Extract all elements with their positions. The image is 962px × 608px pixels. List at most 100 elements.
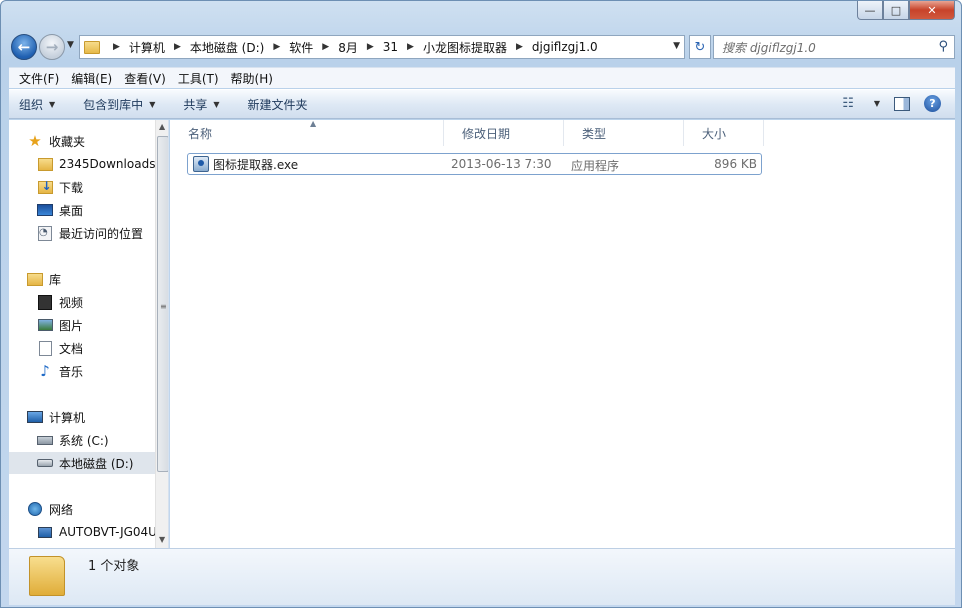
nav-item-music[interactable]: ♪ 音乐	[37, 360, 168, 382]
search-input[interactable]: 搜索 djgiflzgj1.0 ⚲	[713, 35, 955, 59]
star-icon: ★	[28, 132, 42, 150]
documents-icon	[38, 340, 52, 356]
file-list-view: 名称 ▲ 修改日期 类型 大小 图标提取器.exe 2013-06-13 7:3…	[170, 119, 955, 548]
scroll-thumb[interactable]: ≡	[157, 136, 168, 472]
new-folder-button[interactable]: 新建文件夹	[248, 96, 308, 113]
view-options-dropdown-icon[interactable]: ▼	[874, 99, 880, 108]
menu-edit[interactable]: 编辑(E)	[65, 70, 118, 87]
network-computer-icon	[38, 526, 52, 538]
nav-item-downloads[interactable]: 下载	[37, 176, 168, 198]
scroll-down-icon[interactable]: ▼	[159, 535, 165, 544]
file-row[interactable]: 图标提取器.exe 2013-06-13 7:30 应用程序 896 KB	[187, 153, 762, 175]
desktop-icon	[37, 204, 53, 216]
nav-item-label: 本地磁盘 (D:)	[59, 456, 134, 471]
back-button[interactable]: ←	[11, 34, 37, 60]
chevron-right-icon[interactable]: ▶	[113, 42, 120, 52]
chevron-right-icon[interactable]: ▶	[174, 42, 181, 52]
nav-item-label: 文档	[59, 341, 84, 356]
nav-libraries-label: 库	[49, 272, 62, 287]
refresh-button[interactable]: ↻	[689, 35, 711, 59]
chevron-right-icon[interactable]: ▶	[407, 42, 414, 52]
column-header-modified[interactable]: 修改日期	[444, 120, 564, 146]
folder-icon	[84, 40, 100, 54]
nav-item-label: 下载	[59, 180, 84, 195]
breadcrumb-computer[interactable]: 计算机	[129, 39, 165, 56]
chevron-right-icon[interactable]: ▶	[322, 42, 329, 52]
nav-item-drive-c[interactable]: 系统 (C:)	[37, 429, 168, 451]
menu-tools[interactable]: 工具(T)	[172, 70, 225, 87]
nav-computer[interactable]: 计算机	[27, 406, 168, 428]
nav-pane-scrollbar[interactable]: ▲ ≡ ▼	[155, 120, 168, 548]
file-name: 图标提取器.exe	[213, 157, 299, 172]
maximize-button[interactable]: □	[883, 1, 909, 20]
chevron-right-icon[interactable]: ▶	[516, 42, 523, 52]
downloads-folder-icon	[37, 179, 53, 194]
breadcrumb-icon-extractor[interactable]: 小龙图标提取器	[423, 39, 507, 56]
menu-view[interactable]: 查看(V)	[118, 70, 172, 87]
nav-item-recent-places[interactable]: ◔ 最近访问的位置	[37, 222, 168, 244]
nav-network[interactable]: 网络	[27, 498, 168, 520]
breadcrumb-31[interactable]: 31	[383, 40, 398, 54]
nav-item-2345downloads[interactable]: 2345Downloads	[37, 153, 168, 175]
details-pane: 1 个对象	[9, 548, 955, 605]
column-header-name[interactable]: 名称 ▲	[170, 119, 444, 146]
breadcrumb-software[interactable]: 软件	[289, 39, 313, 56]
nav-item-label: 2345Downloads	[59, 157, 156, 171]
navigation-row: ← → ▼ ▶ 计算机 ▶ 本地磁盘 (D:) ▶ 软件 ▶ 8月 ▶ 31 ▶…	[9, 31, 955, 63]
breadcrumb-august[interactable]: 8月	[338, 39, 358, 56]
share-button[interactable]: 共享 ▼	[183, 96, 219, 113]
address-bar[interactable]: ▶ 计算机 ▶ 本地磁盘 (D:) ▶ 软件 ▶ 8月 ▶ 31 ▶ 小龙图标提…	[79, 35, 685, 59]
chevron-down-icon: ▼	[213, 99, 220, 109]
nav-favorites[interactable]: ★ 收藏夹	[27, 130, 168, 152]
preview-pane-icon[interactable]	[894, 96, 910, 111]
chevron-down-icon: ▼	[49, 99, 56, 109]
address-history-dropdown-icon[interactable]: ▼	[673, 41, 680, 51]
column-header-label: 大小	[702, 126, 727, 141]
nav-item-autobvt[interactable]: AUTOBVT-JG04U	[37, 521, 155, 543]
menu-help[interactable]: 帮助(H)	[225, 70, 279, 87]
column-header-label: 修改日期	[462, 126, 511, 141]
nav-item-label: 桌面	[59, 203, 84, 218]
nav-item-label: 视频	[59, 295, 84, 310]
search-placeholder: 搜索 djgiflzgj1.0	[722, 40, 816, 55]
nav-libraries[interactable]: 库	[27, 268, 168, 290]
help-icon[interactable]: ?	[924, 95, 941, 112]
network-icon	[28, 502, 42, 516]
chevron-right-icon[interactable]: ▶	[367, 42, 374, 52]
folder-icon	[37, 157, 53, 171]
column-header-type[interactable]: 类型	[564, 120, 684, 146]
toolbar-right-group: ☷ ▼ ?	[842, 95, 941, 112]
search-icon[interactable]: ⚲	[938, 39, 948, 54]
new-folder-label: 新建文件夹	[247, 97, 308, 112]
chevron-right-icon[interactable]: ▶	[273, 42, 280, 52]
breadcrumb-current-folder[interactable]: djgiflzgj1.0	[532, 40, 598, 54]
scroll-up-icon[interactable]: ▲	[159, 122, 165, 131]
column-header-label: 名称	[188, 126, 213, 141]
nav-item-videos[interactable]: 视频	[37, 291, 168, 313]
chevron-down-icon: ▼	[149, 99, 156, 109]
minimize-button[interactable]: —	[857, 1, 883, 20]
nav-item-drive-d[interactable]: 本地磁盘 (D:)	[9, 452, 155, 474]
nav-item-pictures[interactable]: 图片	[37, 314, 168, 336]
menu-file[interactable]: 文件(F)	[13, 70, 65, 87]
breadcrumb-drive-d[interactable]: 本地磁盘 (D:)	[190, 39, 264, 56]
include-in-library-button[interactable]: 包含到库中 ▼	[83, 96, 155, 113]
file-type: 应用程序	[571, 159, 620, 173]
recent-pages-dropdown-icon[interactable]: ▼	[67, 40, 74, 50]
libraries-icon	[27, 272, 43, 286]
grip-icon: ≡	[160, 302, 167, 311]
navigation-pane: ★ 收藏夹 2345Downloads 下载 桌面 ◔ 最近访问的位置 库 视频	[9, 120, 169, 548]
forward-button[interactable]: →	[39, 34, 65, 60]
music-icon: ♪	[40, 362, 50, 380]
nav-item-desktop[interactable]: 桌面	[37, 199, 168, 221]
organize-label: 组织	[19, 97, 44, 112]
nav-item-documents[interactable]: 文档	[37, 337, 168, 359]
close-button[interactable]: ✕	[909, 1, 955, 20]
menu-bar: 文件(F) 编辑(E) 查看(V) 工具(T) 帮助(H)	[9, 67, 955, 88]
pictures-icon	[37, 319, 53, 331]
change-view-icon[interactable]: ☷	[842, 96, 854, 111]
system-drive-icon	[37, 435, 53, 445]
file-modified: 2013-06-13 7:30	[451, 157, 552, 171]
column-header-size[interactable]: 大小	[684, 120, 764, 146]
organize-button[interactable]: 组织 ▼	[19, 96, 55, 113]
